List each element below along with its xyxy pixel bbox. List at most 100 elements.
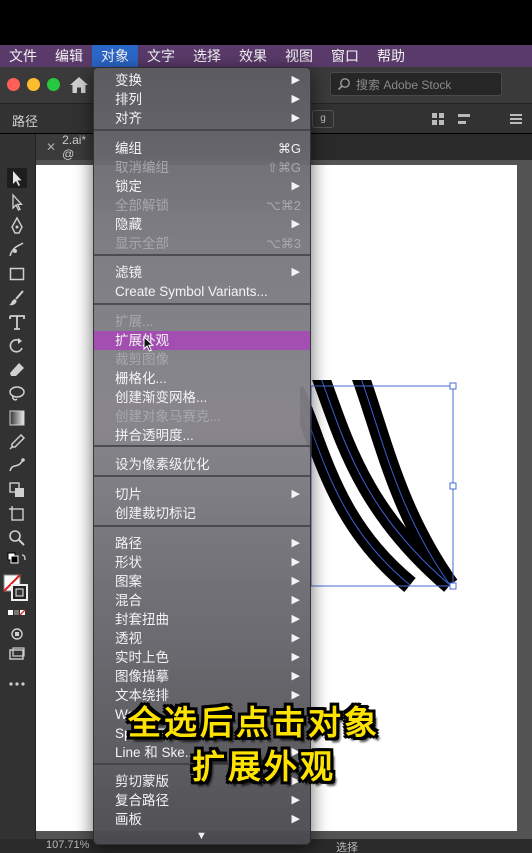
- fill-stroke-icon: [3, 574, 28, 601]
- menu-item-label: 全部解锁: [115, 198, 169, 213]
- paintbrush-tool[interactable]: [7, 288, 27, 308]
- home-icon[interactable]: [69, 76, 89, 94]
- pen-tool[interactable]: [7, 216, 27, 236]
- object-menu-item: 裁剪图像: [94, 350, 310, 369]
- eraser-tool[interactable]: [7, 360, 27, 380]
- selection-arrow-icon: [13, 171, 22, 186]
- menu-item-label: 混合: [115, 593, 142, 608]
- menu-item-label: 滤镜: [115, 265, 142, 280]
- align-panel-icon[interactable]: [458, 113, 470, 125]
- object-menu-item[interactable]: 变换 ▶: [94, 71, 310, 90]
- menu-item-label: 锁定: [115, 179, 142, 194]
- rectangle-tool[interactable]: [7, 264, 27, 284]
- menubar-item[interactable]: 视图: [276, 45, 322, 67]
- menu-separator: [94, 254, 310, 256]
- menubar-item[interactable]: 窗口: [322, 45, 368, 67]
- minimize-window-button[interactable]: [27, 78, 40, 91]
- close-tab-icon[interactable]: ✕: [46, 140, 56, 154]
- pen-icon: [11, 216, 23, 234]
- menubar-item[interactable]: 对象: [92, 45, 138, 67]
- puppet-warp-tool[interactable]: [7, 456, 27, 476]
- menu-item-shortcut: ⇧⌘G: [266, 160, 301, 175]
- draw-mode-icon: [11, 628, 23, 640]
- adobe-stock-search-input[interactable]: 搜索 Adobe Stock: [330, 72, 502, 96]
- paintbrush-icon: [9, 290, 24, 306]
- control-dropdown[interactable]: g: [312, 110, 334, 128]
- fill-stroke-swatch[interactable]: [3, 574, 29, 604]
- gradient-tool[interactable]: [7, 408, 27, 428]
- screen-mode-button[interactable]: [7, 644, 27, 664]
- object-menu-item[interactable]: Create Symbol Variants...: [94, 282, 310, 301]
- maximize-window-button[interactable]: [47, 78, 60, 91]
- default-colors-control[interactable]: [7, 552, 27, 572]
- object-menu-item[interactable]: 编组 ⌘G: [94, 139, 310, 158]
- submenu-arrow-icon: ▶: [291, 218, 300, 230]
- artboard-tool[interactable]: [7, 504, 27, 524]
- object-menu-item[interactable]: 封套扭曲 ▶: [94, 610, 310, 629]
- color-mode-buttons[interactable]: [7, 604, 27, 624]
- object-menu-item[interactable]: 图案 ▶: [94, 572, 310, 591]
- menu-item-shortcut: ⌥⌘3: [265, 236, 301, 251]
- menu-separator: [94, 475, 310, 477]
- object-menu-item[interactable]: 复合路径 ▶: [94, 791, 310, 810]
- submenu-arrow-icon: ▶: [291, 537, 300, 549]
- object-menu-item[interactable]: 实时上色 ▶: [94, 648, 310, 667]
- eyedropper-tool[interactable]: [7, 432, 27, 452]
- menubar-item[interactable]: 文字: [138, 45, 184, 67]
- selected-wave-artwork[interactable]: [300, 380, 460, 592]
- rotate-tool[interactable]: [7, 336, 27, 356]
- draw-mode-button[interactable]: [7, 624, 27, 644]
- zoom-tool[interactable]: [7, 528, 27, 548]
- shape-builder-tool[interactable]: [7, 480, 27, 500]
- object-menu-item[interactable]: 图像描摹 ▶: [94, 667, 310, 686]
- object-menu-item[interactable]: 创建渐变网格...: [94, 388, 310, 407]
- dropdown-glyph: g: [320, 113, 326, 124]
- object-menu-item[interactable]: 滤镜 ▶: [94, 263, 310, 282]
- object-menu-item[interactable]: 画板 ▶: [94, 810, 310, 829]
- menubar-item[interactable]: 文件: [0, 45, 46, 67]
- submenu-arrow-icon: ▶: [291, 488, 300, 500]
- object-menu-item[interactable]: 形状 ▶: [94, 553, 310, 572]
- menu-item-label: 画板: [115, 812, 142, 827]
- color-mode-icon: [8, 609, 26, 616]
- menu-item-label: 图案: [115, 574, 142, 589]
- zoom-level[interactable]: 107.71%: [46, 839, 89, 851]
- object-menu-item[interactable]: 切片 ▶: [94, 485, 310, 504]
- menu-item-label: 实时上色: [115, 650, 169, 665]
- type-icon: [9, 315, 25, 330]
- menubar-item[interactable]: 帮助: [368, 45, 414, 67]
- object-menu-item[interactable]: 透视 ▶: [94, 629, 310, 648]
- curvature-tool[interactable]: [7, 240, 27, 260]
- lasso-tool[interactable]: [7, 384, 27, 404]
- object-menu-item[interactable]: 栅格化...: [94, 369, 310, 388]
- direct-selection-tool[interactable]: [7, 192, 27, 212]
- menubar-item[interactable]: 编辑: [46, 45, 92, 67]
- status-tool-mode[interactable]: 选择: [336, 839, 358, 853]
- object-menu-item[interactable]: 扩展外观: [94, 331, 310, 350]
- submenu-arrow-icon: ▶: [291, 180, 300, 192]
- menubar-item[interactable]: 选择: [184, 45, 230, 67]
- document-tab[interactable]: ✕ 2.ai* @: [36, 133, 96, 161]
- object-menu-item[interactable]: 创建裁切标记: [94, 504, 310, 523]
- object-menu-item[interactable]: 路径 ▶: [94, 534, 310, 553]
- menu-item-label: 透视: [115, 631, 142, 646]
- object-menu-item[interactable]: 对齐 ▶: [94, 109, 310, 128]
- shape-builder-icon: [9, 482, 24, 497]
- selection-tool[interactable]: [7, 168, 27, 188]
- menu-item-label: 创建渐变网格...: [115, 390, 208, 405]
- menu-item-label: 栅格化...: [115, 371, 167, 386]
- type-tool[interactable]: [7, 312, 27, 332]
- menu-list-icon[interactable]: [510, 113, 522, 125]
- object-menu-item[interactable]: 拼合透明度...: [94, 426, 310, 445]
- arrange-grid-icon[interactable]: [432, 113, 444, 125]
- more-tools-button[interactable]: [7, 674, 27, 694]
- object-menu-item[interactable]: 设为像素级优化: [94, 455, 310, 474]
- object-menu-item[interactable]: 排列 ▶: [94, 90, 310, 109]
- selection-type-label: 路径: [12, 114, 39, 129]
- object-menu-item[interactable]: 隐藏 ▶: [94, 215, 310, 234]
- menubar-item[interactable]: 效果: [230, 45, 276, 67]
- object-menu-item[interactable]: 锁定 ▶: [94, 177, 310, 196]
- object-menu-item[interactable]: 混合 ▶: [94, 591, 310, 610]
- scroll-down-icon[interactable]: ▼: [196, 830, 207, 842]
- close-window-button[interactable]: [7, 78, 20, 91]
